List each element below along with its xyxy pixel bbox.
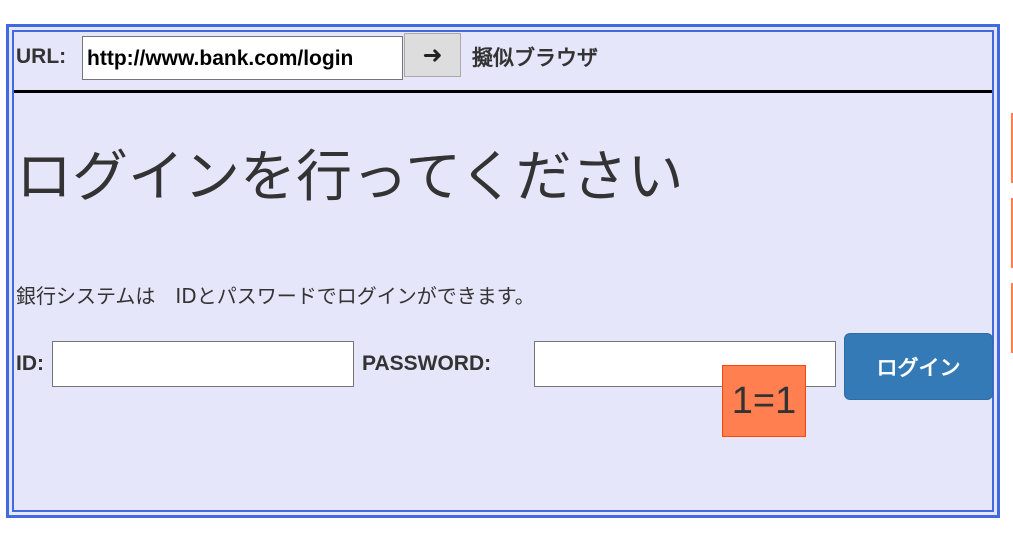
page-description: 銀行システムは IDとパスワードでログインができます。 (16, 284, 535, 308)
login-button[interactable]: ログイン (844, 333, 993, 400)
page-title: ログインを行ってください (16, 145, 684, 210)
browser-name: 擬似ブラウザ (472, 46, 598, 70)
browser-viewport: URL: http://www.bank.com/login ➜ 擬似ブラウザ … (12, 30, 994, 512)
go-button[interactable]: ➜ (404, 33, 461, 77)
arrow-right-icon: ➜ (422, 41, 443, 69)
browser-frame: URL: http://www.bank.com/login ➜ 擬似ブラウザ … (6, 24, 1000, 518)
id-input[interactable] (52, 341, 354, 387)
url-label: URL: (16, 45, 67, 68)
password-label: PASSWORD: (362, 352, 492, 375)
injection-tag[interactable]: 1=1 (722, 365, 806, 437)
id-label: ID: (16, 352, 44, 375)
address-bar: URL: http://www.bank.com/login ➜ 擬似ブラウザ (14, 32, 992, 93)
url-input[interactable]: http://www.bank.com/login (82, 36, 403, 80)
